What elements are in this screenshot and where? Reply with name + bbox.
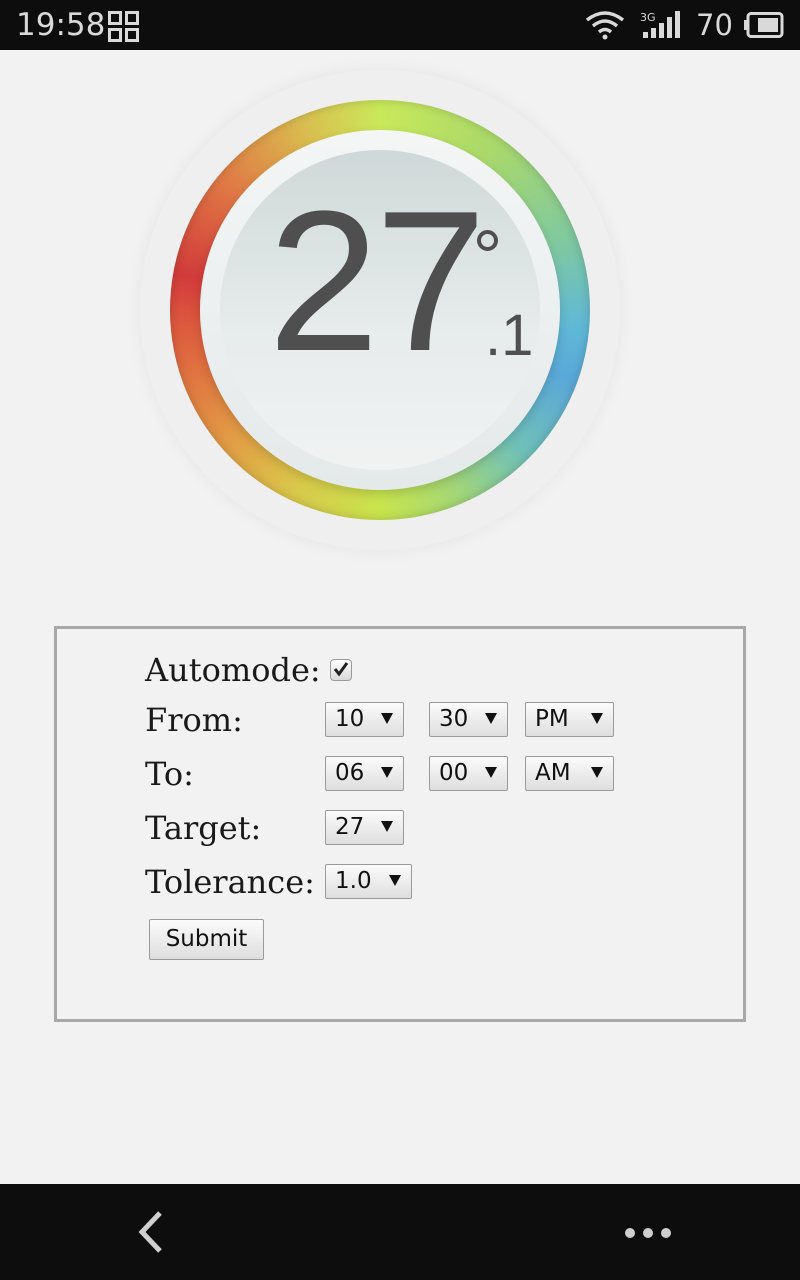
navigation-bar bbox=[0, 1184, 800, 1280]
dropdown-arrow-icon bbox=[485, 713, 497, 724]
degree-icon bbox=[477, 230, 498, 251]
wifi-icon bbox=[585, 11, 625, 40]
target-select[interactable]: 27 bbox=[325, 810, 404, 845]
grid-icon bbox=[108, 11, 139, 42]
check-icon bbox=[333, 662, 349, 677]
dropdown-arrow-icon bbox=[381, 767, 393, 778]
from-period-value: PM bbox=[535, 706, 569, 732]
target-label: Target: bbox=[145, 809, 262, 847]
back-icon[interactable] bbox=[134, 1209, 170, 1255]
from-minute-select[interactable]: 30 bbox=[429, 702, 508, 737]
temperature-decimal: .1 bbox=[485, 303, 534, 368]
tolerance-select[interactable]: 1.0 bbox=[325, 864, 412, 899]
from-period-select[interactable]: PM bbox=[525, 702, 614, 737]
battery-level: 70 bbox=[696, 8, 733, 42]
target-value: 27 bbox=[335, 814, 365, 840]
submit-button[interactable]: Submit bbox=[149, 919, 264, 960]
temperature-whole: 27 bbox=[268, 170, 486, 393]
automode-label: Automode: bbox=[145, 651, 321, 689]
to-hour-value: 06 bbox=[335, 760, 365, 786]
more-icon[interactable] bbox=[622, 1226, 674, 1240]
dropdown-arrow-icon bbox=[381, 713, 393, 724]
automode-settings-form: Automode: From: 10 30 PM To: 06 00 AM Ta… bbox=[54, 626, 746, 1022]
tolerance-label: Tolerance: bbox=[145, 863, 315, 901]
to-period-select[interactable]: AM bbox=[525, 756, 614, 791]
tolerance-value: 1.0 bbox=[335, 868, 372, 894]
to-hour-select[interactable]: 06 bbox=[325, 756, 404, 791]
from-hour-select[interactable]: 10 bbox=[325, 702, 404, 737]
to-minute-select[interactable]: 00 bbox=[429, 756, 508, 791]
dropdown-arrow-icon bbox=[381, 821, 393, 832]
from-minute-value: 30 bbox=[439, 706, 469, 732]
to-label: To: bbox=[145, 755, 194, 793]
to-period-value: AM bbox=[535, 760, 571, 786]
network-type-label: 3G bbox=[640, 11, 656, 24]
from-label: From: bbox=[145, 701, 243, 739]
dropdown-arrow-icon bbox=[591, 713, 603, 724]
dropdown-arrow-icon bbox=[485, 767, 497, 778]
battery-icon bbox=[744, 12, 784, 38]
dropdown-arrow-icon bbox=[389, 875, 401, 886]
from-hour-value: 10 bbox=[335, 706, 365, 732]
status-bar: 19:58 3G 70 bbox=[0, 0, 800, 50]
status-time: 19:58 bbox=[16, 7, 106, 43]
temperature-gauge: 27 .1 bbox=[140, 70, 620, 550]
automode-checkbox[interactable] bbox=[330, 659, 352, 681]
signal-icon: 3G bbox=[640, 11, 680, 38]
to-minute-value: 00 bbox=[439, 760, 469, 786]
dropdown-arrow-icon bbox=[591, 767, 603, 778]
